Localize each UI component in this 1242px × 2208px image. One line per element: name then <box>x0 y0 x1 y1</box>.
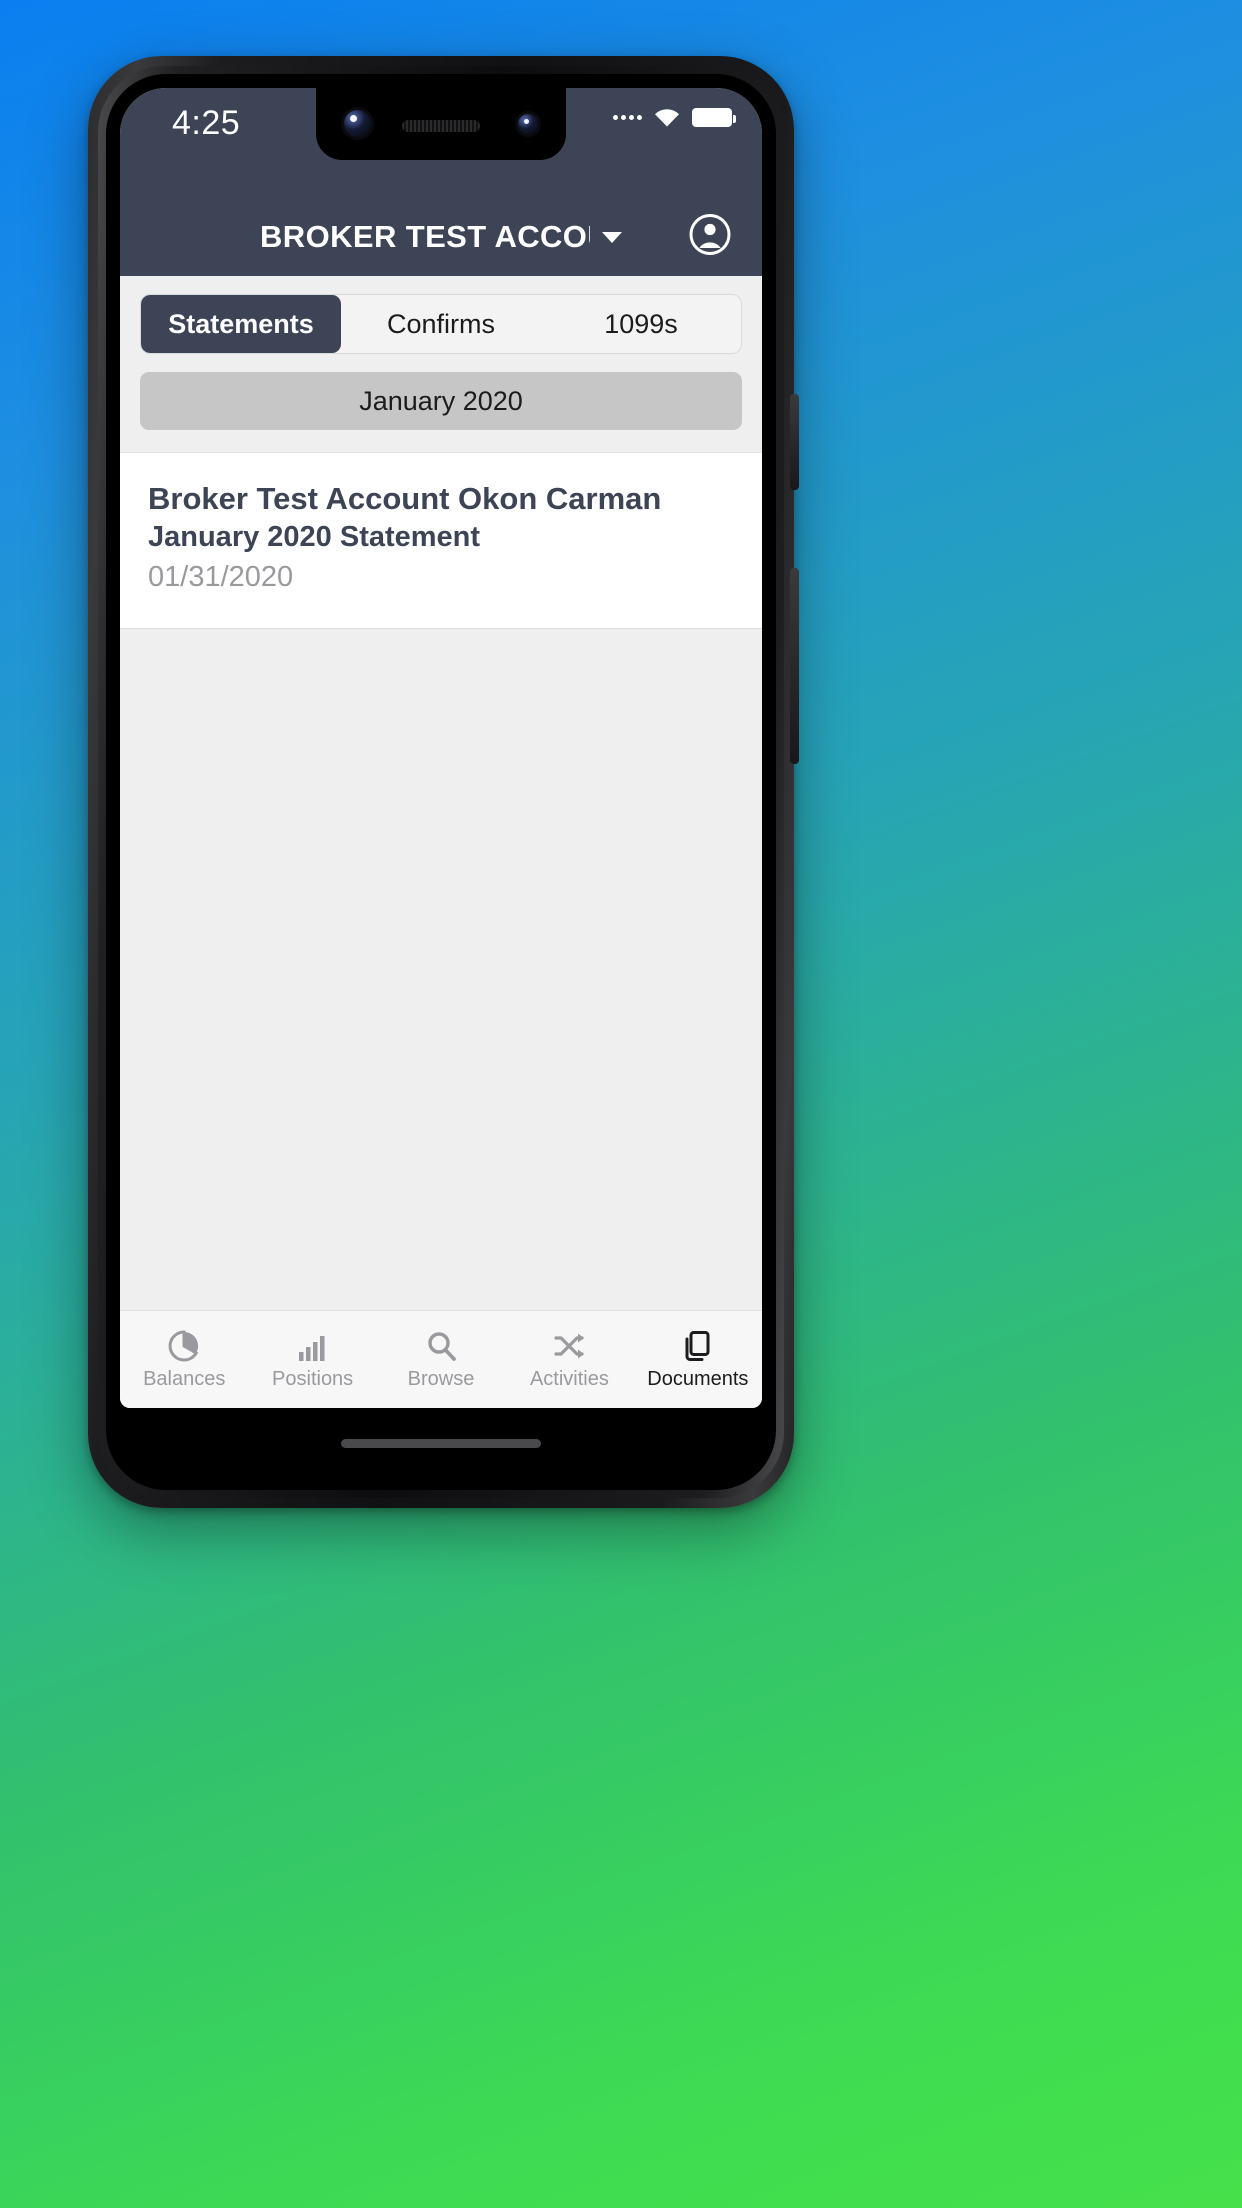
front-camera-icon <box>344 110 371 137</box>
power-button[interactable] <box>790 394 799 490</box>
account-circle-icon[interactable] <box>688 213 732 262</box>
battery-full-icon <box>692 107 736 127</box>
list-item[interactable]: Broker Test Account Okon Carman January … <box>120 452 762 629</box>
shuffle-icon <box>553 1328 585 1362</box>
bottom-navigation: Balances Positions Browse Activities Doc… <box>120 1310 762 1408</box>
status-bar-indicators <box>613 106 736 128</box>
document-type-tabs: Statements Confirms 1099s <box>140 294 742 354</box>
signal-dots-icon <box>613 114 642 120</box>
nav-item-positions[interactable]: Positions <box>248 1328 376 1391</box>
phone-screen: 4:25 BROKER TEST ACCOU... <box>106 74 776 1490</box>
nav-item-balances[interactable]: Balances <box>120 1328 248 1391</box>
page-title: BROKER TEST ACCOU... <box>260 219 590 254</box>
nav-label-positions: Positions <box>272 1368 354 1390</box>
statement-date: 01/31/2020 <box>148 561 294 594</box>
volume-button[interactable] <box>790 568 799 764</box>
home-indicator[interactable] <box>341 1439 541 1448</box>
nav-item-activities[interactable]: Activities <box>505 1328 633 1391</box>
statement-account-name: Broker Test Account Okon Carman <box>148 481 662 516</box>
statement-list: Broker Test Account Okon Carman January … <box>120 452 762 1219</box>
tab-statements[interactable]: Statements <box>141 295 341 353</box>
sensor-icon <box>518 114 538 134</box>
pie-chart-icon <box>168 1328 200 1362</box>
search-icon <box>425 1328 457 1362</box>
list-empty-area <box>120 628 762 1219</box>
documents-icon <box>682 1328 714 1362</box>
nav-label-documents: Documents <box>647 1368 749 1390</box>
app-header: BROKER TEST ACCOU... <box>120 198 762 276</box>
nav-label-activities: Activities <box>529 1368 609 1390</box>
nav-label-browse: Browse <box>407 1368 475 1390</box>
nav-label-balances: Balances <box>143 1368 226 1390</box>
chevron-down-icon[interactable] <box>602 231 622 243</box>
statement-document-title: January 2020 Statement <box>148 520 481 553</box>
nav-item-browse[interactable]: Browse <box>377 1328 505 1391</box>
wifi-icon <box>652 106 682 128</box>
tab-1099s[interactable]: 1099s <box>541 295 741 353</box>
tab-confirms[interactable]: Confirms <box>341 295 541 353</box>
app-viewport: 4:25 BROKER TEST ACCOU... <box>120 88 762 1408</box>
month-selector[interactable]: January 2020 <box>140 372 742 430</box>
device-notch <box>316 88 566 160</box>
bar-chart-icon <box>297 1328 329 1362</box>
earpiece-speaker <box>402 120 480 132</box>
document-type-tabs-container: Statements Confirms 1099s <box>120 276 762 354</box>
nav-item-documents[interactable]: Documents <box>634 1328 762 1391</box>
month-selector-container: January 2020 <box>120 354 762 452</box>
status-bar-time: 4:25 <box>172 104 241 142</box>
